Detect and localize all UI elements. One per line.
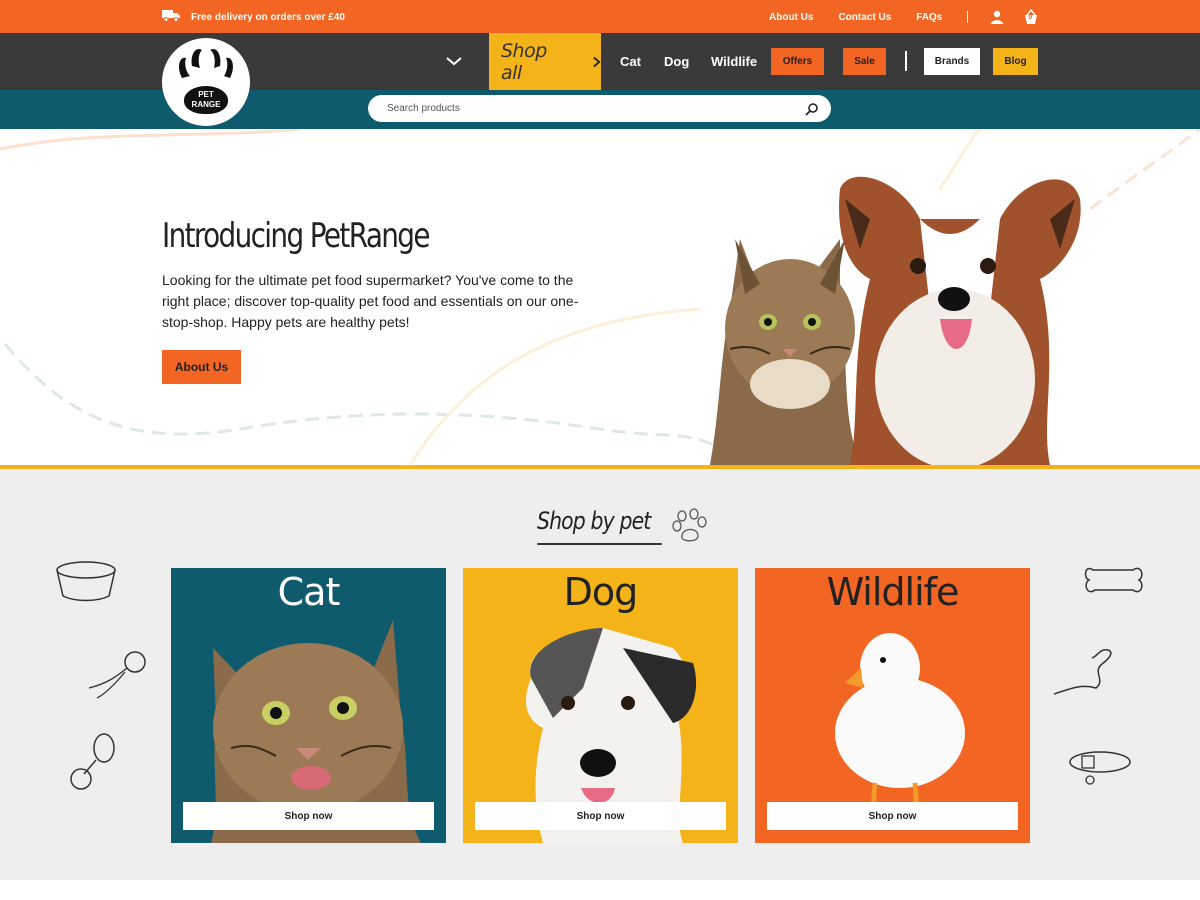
delivery-truck-icon xyxy=(162,9,181,25)
ball-toy-icon xyxy=(88,651,146,699)
chevron-down-icon[interactable] xyxy=(444,51,464,71)
delivery-text: Free delivery on orders over £40 xyxy=(191,11,345,23)
shop-card-cat[interactable]: Cat Shop now xyxy=(171,568,446,843)
nav-link-wildlife[interactable]: Wildlife xyxy=(711,54,757,69)
logo-text-range: RANGE xyxy=(191,100,221,109)
shop-by-pet-title: Shop by pet xyxy=(537,507,651,535)
brands-button[interactable]: Brands xyxy=(924,48,980,75)
nav-link-cat[interactable]: Cat xyxy=(620,54,641,69)
leash-icon xyxy=(1053,648,1112,695)
shop-now-wildlife-button[interactable]: Shop now xyxy=(767,802,1018,830)
pet-bowl-icon xyxy=(56,561,116,602)
hero-title: Introducing PetRange xyxy=(162,216,431,256)
basket-icon[interactable]: 0 xyxy=(1022,9,1040,25)
shop-card-wildlife[interactable]: Wildlife Shop now xyxy=(755,568,1030,843)
shop-all-button[interactable]: Shop all xyxy=(489,33,601,90)
hero-body: Looking for the ultimate pet food superm… xyxy=(162,272,579,330)
search-input[interactable] xyxy=(387,103,805,114)
nav-link-dog[interactable]: Dog xyxy=(664,54,689,69)
shop-by-pet-underline xyxy=(537,543,662,545)
shop-now-dog-button[interactable]: Shop now xyxy=(475,802,726,830)
sale-button[interactable]: Sale xyxy=(843,48,886,75)
top-bar: Free delivery on orders over £40 About U… xyxy=(0,0,1200,33)
site-logo[interactable]: PET RANGE xyxy=(162,38,250,126)
account-icon[interactable] xyxy=(990,10,1004,24)
shop-by-pet-title-text: Shop by pet xyxy=(537,507,651,535)
shop-card-cat-title: Cat xyxy=(277,570,341,614)
blog-button[interactable]: Blog xyxy=(993,48,1038,75)
logo-badge: PET RANGE xyxy=(184,86,228,114)
rope-toy-icon xyxy=(70,733,115,790)
offers-button[interactable]: Offers xyxy=(771,48,824,75)
bone-icon xyxy=(1084,567,1143,593)
nav-divider xyxy=(905,51,907,71)
about-us-button[interactable]: About Us xyxy=(162,350,241,384)
search-box xyxy=(368,95,831,122)
logo-text-pet: PET xyxy=(198,90,214,99)
chevron-right-icon xyxy=(593,56,601,67)
shop-card-dog-title: Dog xyxy=(563,570,639,614)
shop-card-dog[interactable]: Dog Shop now xyxy=(463,568,738,843)
topbar-divider xyxy=(967,11,969,23)
shop-now-cat-button[interactable]: Shop now xyxy=(183,802,434,830)
topbar-link-about[interactable]: About Us xyxy=(769,12,813,23)
topbar-link-faqs[interactable]: FAQs xyxy=(916,12,942,23)
hero-cat-dog-image xyxy=(710,176,1081,465)
collar-icon xyxy=(1069,751,1131,785)
page-bottom-strip xyxy=(0,880,1200,900)
hero-section: Introducing PetRange Looking for the ult… xyxy=(0,129,1200,465)
shop-all-label: Shop all xyxy=(501,39,547,84)
basket-count: 0 xyxy=(1028,14,1033,21)
topbar-link-contact[interactable]: Contact Us xyxy=(838,12,891,23)
delivery-notice: Free delivery on orders over £40 xyxy=(162,9,345,25)
paw-print-icon xyxy=(672,508,707,542)
search-icon[interactable] xyxy=(805,102,819,116)
shop-card-wildlife-title: Wildlife xyxy=(826,570,960,614)
